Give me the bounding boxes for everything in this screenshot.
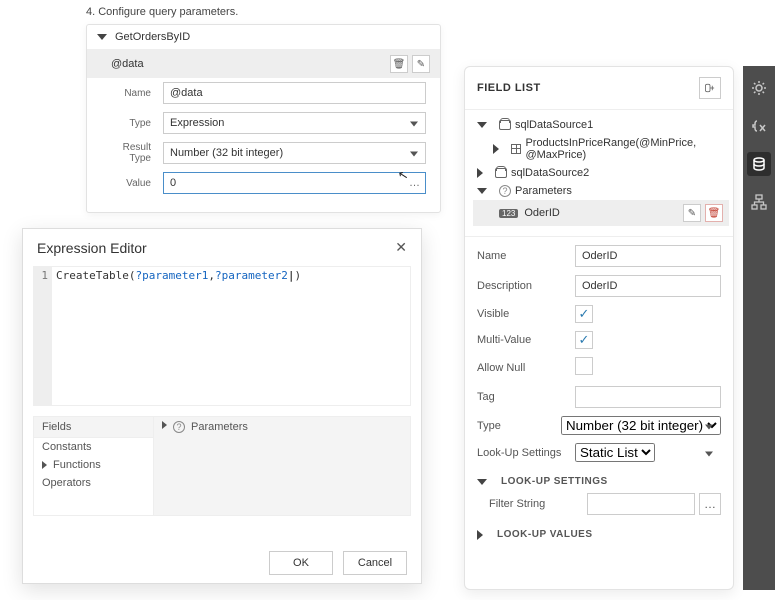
prop-description-input[interactable] <box>575 275 721 297</box>
type-row: Type Expression <box>87 108 440 138</box>
function-icon <box>751 118 767 134</box>
database-icon <box>499 120 511 130</box>
right-tool-sidebar <box>743 66 775 590</box>
edit-icon[interactable]: ✎ <box>683 204 701 222</box>
prop-lookup-label: Look-Up Settings <box>477 447 575 459</box>
chevron-right-icon <box>162 421 167 429</box>
tree-icon <box>751 194 767 210</box>
prop-tag-label: Tag <box>477 391 575 403</box>
query-header[interactable]: GetOrdersByID <box>87 25 440 50</box>
tree-node-ds2[interactable]: sqlDataSource2 <box>473 164 729 182</box>
data-source-tree: sqlDataSource1 ProductsInPriceRange(@Min… <box>465 110 733 237</box>
prop-visible-label: Visible <box>477 308 575 320</box>
tree-node-selected-param[interactable]: 123 OderID ✎ 🗑 <box>473 200 729 226</box>
parameter-properties: Name Description Visible ✓ Multi-Value ✓… <box>465 237 733 550</box>
wizard-step-label: 4. Configure query parameters. <box>86 6 441 18</box>
lookup-values-header[interactable]: LOOK-UP VALUES <box>477 523 721 546</box>
prop-allownull-label: Allow Null <box>477 362 575 374</box>
prop-multivalue-checkbox[interactable]: ✓ <box>575 331 593 349</box>
field-list-title: FIELD LIST <box>477 82 541 94</box>
prop-name-label: Name <box>477 250 575 262</box>
delete-icon[interactable]: 🗑 <box>705 204 723 222</box>
chevron-right-icon <box>477 168 483 178</box>
cancel-button[interactable]: Cancel <box>343 551 407 575</box>
field-list-panel: FIELD LIST sqlDataSource1 ProductsInPric… <box>464 66 734 590</box>
result-type-label: Result Type <box>101 142 163 164</box>
parameter-row: @data 🗑 ✎ <box>87 50 440 78</box>
dialog-titlebar: Expression Editor ✕ <box>23 229 421 266</box>
prop-name-input[interactable] <box>575 245 721 267</box>
name-row: Name <box>87 78 440 108</box>
filter-ellipsis-button[interactable]: … <box>699 493 721 515</box>
value-input[interactable] <box>163 172 426 194</box>
browser-items: ? Parameters <box>154 417 410 515</box>
configure-query-area: 4. Configure query parameters. GetOrders… <box>86 6 441 213</box>
type-badge-number: 123 <box>499 209 518 218</box>
filter-string-input[interactable] <box>587 493 695 515</box>
prop-type-select[interactable]: Number (32 bit integer) <box>561 416 721 435</box>
sidebar-expressions-tab[interactable] <box>747 114 771 138</box>
prop-lookup-select[interactable]: Static List <box>575 443 655 462</box>
value-label: Value <box>101 178 163 189</box>
category-constants[interactable]: Constants <box>34 438 153 456</box>
chevron-down-icon <box>477 188 487 194</box>
chevron-right-icon <box>493 144 499 154</box>
prop-description-label: Description <box>477 280 575 292</box>
lookup-settings-header[interactable]: LOOK-UP SETTINGS <box>477 470 721 493</box>
sidebar-fieldlist-tab[interactable] <box>747 152 771 176</box>
code-gutter: 1 <box>34 267 52 405</box>
sidebar-properties-tab[interactable] <box>747 76 771 100</box>
browser-categories: Fields Constants Functions Operators <box>34 417 154 515</box>
result-type-row: Result Type Number (32 bit integer) <box>87 138 440 168</box>
prop-type-label: Type <box>477 420 561 432</box>
dialog-title: Expression Editor <box>37 240 147 256</box>
database-icon <box>751 156 767 172</box>
chevron-right-icon <box>477 530 483 540</box>
name-input[interactable] <box>163 82 426 104</box>
chevron-down-icon <box>97 34 107 40</box>
gear-icon <box>751 80 767 96</box>
expression-browser: Fields Constants Functions Operators ? P… <box>33 416 411 516</box>
chevron-down-icon <box>477 122 487 128</box>
selected-param-name: OderID <box>524 207 559 219</box>
add-parameter-button[interactable] <box>699 77 721 99</box>
result-type-select[interactable]: Number (32 bit integer) <box>163 142 426 164</box>
browser-parameters-label[interactable]: Parameters <box>191 421 248 433</box>
field-list-header: FIELD LIST <box>465 67 733 110</box>
query-name: GetOrdersByID <box>115 31 190 43</box>
prop-multivalue-label: Multi-Value <box>477 334 575 346</box>
edit-icon[interactable]: ✎ <box>412 55 430 73</box>
value-row: Value … <box>87 168 440 198</box>
configure-panel: GetOrdersByID @data 🗑 ✎ Name Type Expres… <box>86 24 441 213</box>
filter-string-label: Filter String <box>489 498 587 510</box>
category-operators[interactable]: Operators <box>34 474 153 492</box>
delete-icon[interactable]: 🗑 <box>390 55 408 73</box>
category-functions[interactable]: Functions <box>34 456 153 474</box>
code-body[interactable]: CreateTable(?parameter1,?parameter2|) <box>52 267 305 405</box>
prop-visible-checkbox[interactable]: ✓ <box>575 305 593 323</box>
expression-editor-dialog: Expression Editor ✕ 1 CreateTable(?param… <box>22 228 422 584</box>
tree-node-ds1-child[interactable]: ProductsInPriceRange(@MinPrice, @MaxPric… <box>473 134 729 164</box>
question-icon: ? <box>173 421 185 433</box>
browser-left-header: Fields <box>34 417 153 438</box>
chevron-right-icon <box>42 461 47 469</box>
prop-allownull-checkbox[interactable] <box>575 357 593 375</box>
type-label: Type <box>101 118 163 129</box>
dialog-buttons: OK Cancel <box>23 543 421 583</box>
tree-node-ds1[interactable]: sqlDataSource1 <box>473 116 729 134</box>
name-label: Name <box>101 88 163 99</box>
question-icon: ? <box>499 185 511 197</box>
chevron-down-icon <box>477 479 487 485</box>
tree-node-parameters[interactable]: ? Parameters <box>473 182 729 200</box>
type-select[interactable]: Expression <box>163 112 426 134</box>
table-icon <box>511 144 522 154</box>
parameter-name: @data <box>111 58 144 70</box>
close-icon[interactable]: ✕ <box>395 239 407 256</box>
sidebar-report-explorer-tab[interactable] <box>747 190 771 214</box>
database-icon <box>495 168 507 178</box>
expression-code-area[interactable]: 1 CreateTable(?parameter1,?parameter2|) <box>33 266 411 406</box>
prop-tag-input[interactable] <box>575 386 721 408</box>
ok-button[interactable]: OK <box>269 551 333 575</box>
